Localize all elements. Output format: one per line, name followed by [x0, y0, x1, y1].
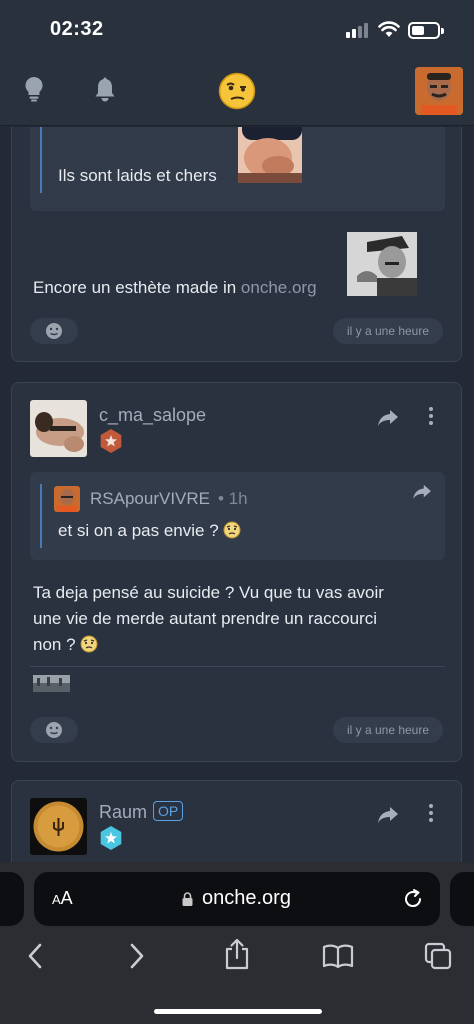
- cellular-signal-icon: [346, 22, 370, 38]
- author-avatar[interactable]: [30, 798, 87, 855]
- text-size-label: A: [60, 888, 73, 908]
- more-options-icon[interactable]: [429, 804, 433, 825]
- post-card: Raum OP: [11, 780, 462, 862]
- lightbulb-icon[interactable]: [24, 76, 44, 102]
- back-icon[interactable]: [26, 942, 44, 970]
- divider: [30, 666, 445, 667]
- user-avatar[interactable]: [415, 67, 463, 115]
- wifi-icon: [378, 21, 400, 37]
- quoted-message: RSApourVIVRE • 1h et si on a pas envie ?: [30, 472, 445, 560]
- post-body-line-last: non ?: [33, 632, 443, 658]
- rank-badge: [100, 826, 122, 850]
- quote-author[interactable]: RSApourVIVRE: [90, 489, 210, 509]
- previous-tab-peek[interactable]: [0, 872, 24, 926]
- sticker-image: [238, 127, 302, 183]
- app-header: [0, 62, 474, 126]
- post-body: Encore un esthète made in onche.org: [33, 275, 317, 301]
- smiley-icon: [46, 323, 62, 339]
- bookmarks-icon[interactable]: [322, 944, 354, 968]
- op-badge: OP: [153, 801, 184, 821]
- share-icon[interactable]: [377, 409, 399, 427]
- smiley-icon: [46, 722, 62, 738]
- reload-icon[interactable]: [402, 888, 424, 910]
- home-indicator[interactable]: [154, 1009, 322, 1014]
- quote-text: Ils sont laids et chers: [58, 166, 217, 185]
- rank-badge: [100, 429, 122, 453]
- text-size-button[interactable]: AA: [52, 888, 73, 909]
- lock-icon: [182, 892, 193, 906]
- quote-time: • 1h: [218, 489, 248, 508]
- post-card: c_ma_salope RSApourVIVRE • 1h et si on a…: [11, 382, 462, 762]
- share-sheet-icon[interactable]: [224, 938, 250, 970]
- worried-emoji-icon: [223, 521, 241, 539]
- next-tab-peek[interactable]: [450, 872, 474, 926]
- more-options-icon[interactable]: [429, 407, 433, 428]
- battery-icon: [408, 22, 444, 39]
- reaction-button[interactable]: [30, 318, 78, 344]
- post-body-line: une vie de merde autant prendre un racco…: [33, 609, 377, 628]
- forward-icon[interactable]: [128, 942, 146, 970]
- logo-smiley-icon[interactable]: [218, 72, 256, 110]
- post-time: il y a une heure: [333, 717, 443, 743]
- feed: Ils sont laids et chers Encore un esthèt…: [0, 127, 474, 862]
- sticker-image: [347, 232, 417, 296]
- quoted-message: Ils sont laids et chers: [30, 127, 445, 211]
- share-icon[interactable]: [377, 806, 399, 824]
- bell-icon[interactable]: [93, 77, 117, 103]
- post-body-line: Ta deja pensé au suicide ? Vu que tu vas…: [33, 583, 384, 602]
- post-body-text: Encore un esthète made in: [33, 278, 237, 297]
- post-link[interactable]: onche.org: [241, 278, 317, 297]
- author-username[interactable]: c_ma_salope: [99, 405, 206, 426]
- author-avatar[interactable]: [30, 400, 87, 457]
- reaction-button[interactable]: [30, 717, 78, 743]
- url-text[interactable]: onche.org: [202, 887, 291, 910]
- post-body: Ta deja pensé au suicide ? Vu que tu vas…: [33, 580, 443, 658]
- author-username[interactable]: Raum: [99, 802, 147, 823]
- status-time: 02:32: [50, 18, 104, 40]
- signature-image: [33, 675, 70, 692]
- quote-text: et si on a pas envie ?: [58, 518, 241, 544]
- post-time: il y a une heure: [333, 318, 443, 344]
- tabs-icon[interactable]: [424, 942, 452, 970]
- browser-toolbar: AA onche.org: [0, 862, 474, 1024]
- quote-author-avatar: [54, 486, 80, 512]
- share-icon[interactable]: [412, 484, 432, 500]
- quote-text-content: et si on a pas envie ?: [58, 521, 219, 540]
- post-body-line-text: non ?: [33, 635, 76, 654]
- post-card: Ils sont laids et chers Encore un esthèt…: [11, 127, 462, 362]
- address-bar[interactable]: AA onche.org: [34, 872, 440, 926]
- status-bar: 02:32: [0, 0, 474, 62]
- text-size-small-label: A: [52, 892, 61, 907]
- worried-emoji-icon: [80, 635, 98, 653]
